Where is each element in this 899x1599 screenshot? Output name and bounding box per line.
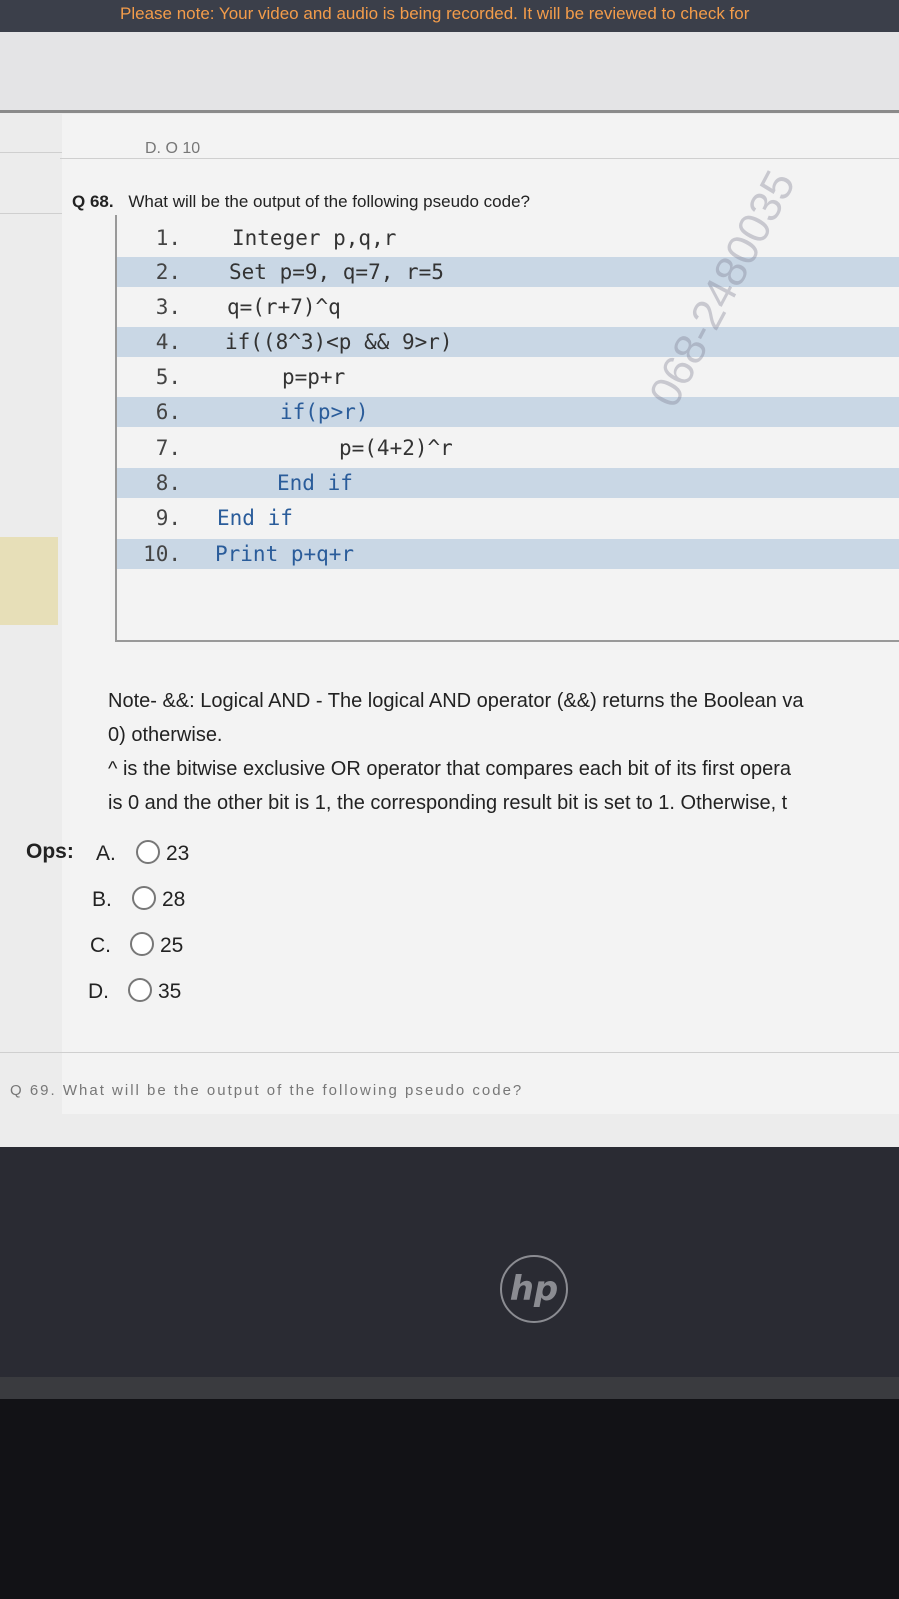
line-number: 9. [155,506,181,530]
code-text: if((8^3)<p && 9>r) [225,330,453,354]
line-number: 5. [155,365,181,389]
line-number: 3. [155,295,181,319]
option-c[interactable]: C. 25 [90,932,183,958]
note-line: Note- &&: Logical AND - The logical AND … [108,690,804,712]
code-block: 1. Integer p,q,r 2. Set p=9, q=7, r=5 3.… [115,215,899,642]
exam-screen: D. O 10 Q 68. What will be the output of… [0,32,899,1147]
question-separator [60,158,899,159]
code-text: p=p+r [282,365,346,389]
question-separator [0,1052,899,1053]
code-text: p=(4+2)^r [339,436,453,460]
question-number: Q 68. [72,192,114,211]
option-d[interactable]: D. 35 [88,978,181,1004]
line-number: 1. [155,226,181,250]
operator-note: Note- &&: Logical AND - The logical AND … [108,684,899,820]
top-band [0,32,899,110]
code-text: End if [217,506,293,530]
line-number: 2. [155,260,181,284]
code-line: 2. Set p=9, q=7, r=5 [117,257,899,287]
line-number: 4. [155,330,181,354]
code-line: 8. End if [117,468,899,498]
option-letter: D. [88,980,109,1003]
laptop-deck [0,1399,899,1599]
radio-button[interactable] [130,932,154,956]
recording-banner: Please note: Your video and audio is bei… [0,0,899,32]
line-number: 10. [143,542,181,566]
radio-button[interactable] [132,886,156,910]
question-header: Q 68. What will be the output of the fol… [72,192,530,212]
radio-button[interactable] [136,840,160,864]
option-letter: A. [96,842,116,865]
sidebar-highlight [0,537,58,625]
code-line: 6. if(p>r) [117,397,899,427]
code-text: Integer p,q,r [232,226,397,250]
top-divider [0,110,899,113]
laptop-hinge [0,1377,899,1399]
options-label: Ops: [26,840,74,863]
code-line: 5. p=p+r [117,362,899,392]
option-value: 23 [166,842,190,865]
code-line: 7. p=(4+2)^r [117,433,899,463]
next-question-partial: Q 69. What will be the output of the fol… [10,1082,524,1099]
code-line: 9. End if [117,503,899,533]
code-text: if(p>r) [280,400,369,424]
option-letter: B. [92,888,112,911]
option-b[interactable]: B. 28 [92,886,185,912]
option-a[interactable]: A. 23 [96,840,189,866]
sidebar-strip [0,152,62,214]
question-text: What will be the output of the following… [128,192,530,211]
note-line: ^ is the bitwise exclusive OR operator t… [108,758,792,780]
laptop-bezel [0,1147,899,1377]
option-value: 25 [160,934,184,957]
line-number: 8. [155,471,181,495]
hp-logo-icon: hp [500,1255,568,1323]
code-line: 10. Print p+q+r [117,539,899,569]
option-letter: C. [90,934,111,957]
radio-button[interactable] [128,978,152,1002]
code-line: 4. if((8^3)<p && 9>r) [117,327,899,357]
note-line: 0) otherwise. [108,724,223,746]
code-text: Print p+q+r [215,542,355,566]
code-line: 3. q=(r+7)^q [117,292,899,322]
line-number: 6. [155,400,181,424]
code-text: End if [277,471,353,495]
line-number: 7. [155,436,181,460]
note-line: is 0 and the other bit is 1, the corresp… [108,792,788,814]
option-value: 35 [158,980,182,1003]
code-text: Set p=9, q=7, r=5 [229,260,444,284]
option-value: 28 [162,888,186,911]
code-text: q=(r+7)^q [227,295,341,319]
previous-question-option: D. O 10 [145,140,201,157]
